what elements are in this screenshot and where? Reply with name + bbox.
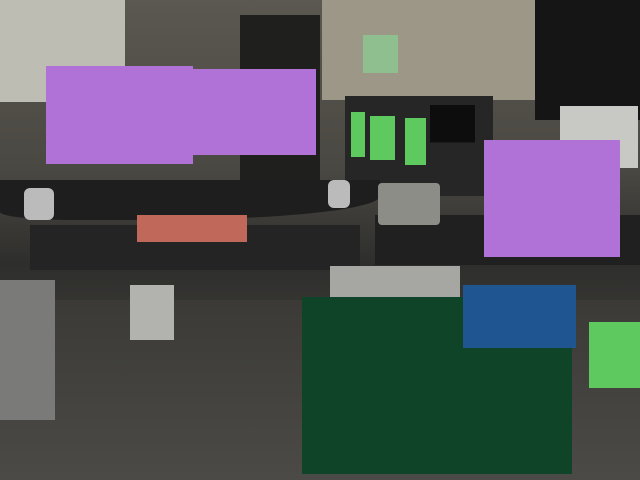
monitor-mask-left bbox=[46, 66, 193, 164]
desk-lamp bbox=[430, 105, 475, 230]
monitor-mask-side bbox=[484, 140, 620, 257]
book-mask-2 bbox=[370, 116, 395, 160]
speaker-right bbox=[328, 180, 350, 208]
book-mask-1 bbox=[351, 112, 365, 157]
monitor-mask-right bbox=[193, 69, 316, 155]
item-mask bbox=[463, 285, 576, 348]
book-mask-3 bbox=[405, 118, 426, 165]
office-scene bbox=[0, 0, 640, 480]
papers bbox=[330, 266, 460, 301]
desk bbox=[0, 180, 380, 220]
computer-tower bbox=[0, 280, 55, 420]
subwoofer bbox=[130, 285, 174, 340]
wall-item-mask bbox=[363, 35, 398, 73]
wall bbox=[322, 0, 552, 100]
side-item-mask bbox=[589, 322, 640, 388]
acoustic-panel bbox=[535, 0, 640, 120]
speaker-left bbox=[24, 188, 54, 220]
keyboard-mask bbox=[137, 215, 247, 242]
